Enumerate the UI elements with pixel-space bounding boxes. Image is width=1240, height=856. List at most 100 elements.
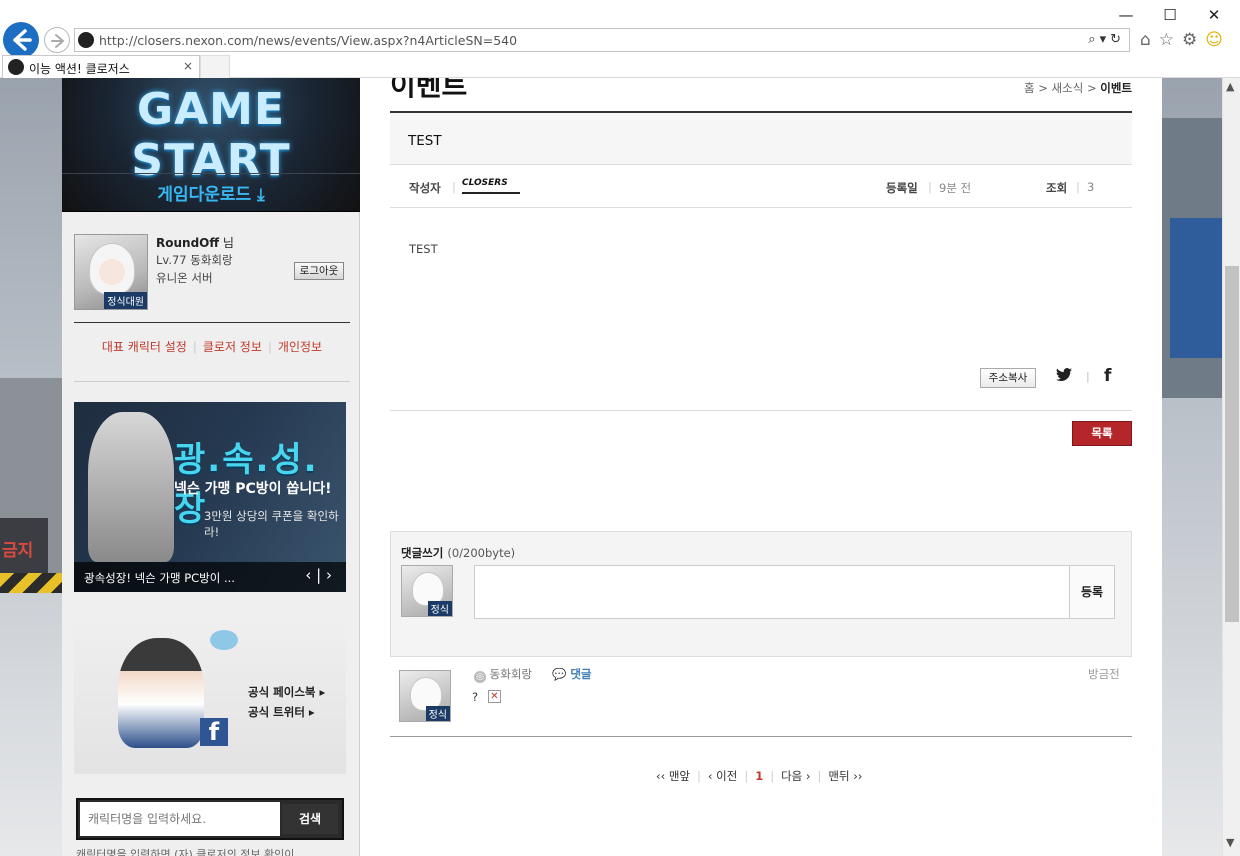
comment-form-avatar: 정식 [401,565,453,617]
byte-counter: (0/200byte) [447,546,516,560]
views-value: 3 [1087,180,1095,194]
article-meta: 작성자 | CLOSERS 등록일 | 9분 전 조회 | 3 [390,166,1132,208]
banner-character-image [88,412,174,562]
vertical-scrollbar[interactable]: ▲ ▼ [1222,78,1240,856]
page-title: 이벤트 [390,78,468,102]
back-button[interactable] [3,22,39,58]
speech-bubble-icon: 💬 [552,667,567,681]
comment-form-title: 댓글쓰기 (0/200byte) [401,546,516,560]
delete-comment-icon[interactable]: ✕ [488,690,501,703]
comment-input[interactable] [474,565,1070,619]
game-download-link[interactable]: 게임다운로드 ⤓ [62,180,360,205]
character-level: Lv.77 동화회랑 [156,253,233,267]
twitter-bird-icon [210,630,238,650]
comment-author: ◎ 동화회랑 [474,666,532,683]
social-panel: f 공식 페이스북 ▸ 공식 트위터 ▸ [74,618,346,774]
main-character-link[interactable]: 대표 캐릭터 설정 [102,340,187,354]
twitter-share-icon[interactable] [1056,368,1072,386]
member-badge: 정식대원 [104,292,147,309]
scroll-down-icon[interactable]: ▼ [1226,836,1234,849]
smiley-feedback-icon[interactable]: ☺ [1205,30,1231,50]
scroll-up-icon[interactable]: ▲ [1226,80,1234,93]
search-hint: 캐릭터명을 입력하면 (자) 클로저의 정보 확인이 ... [76,848,309,856]
breadcrumb-news[interactable]: 새소식 [1052,81,1084,95]
pager-first[interactable]: ‹‹ 맨앞 [656,769,690,783]
settings-gear-icon[interactable]: ⚙ [1182,30,1205,50]
server-name: 유니온 서버 [156,271,213,285]
character-search-input[interactable] [80,802,280,836]
commenter-avatar: 정식 [399,670,451,722]
game-start-title[interactable]: GAME START [62,84,360,186]
facebook-icon: f [200,718,228,746]
promo-banner[interactable]: 광.속.성.장 넥슨 가맹 PC방이 쏩니다! 3만원 상당의 쿠폰을 확인하라… [74,402,346,592]
pager-last[interactable]: 맨뒤 ›› [828,769,862,783]
article-body: TEST [409,242,438,256]
pager-current[interactable]: 1 [755,769,763,783]
comment-form: 댓글쓰기 (0/200byte) 정식 등록 [390,531,1132,657]
new-tab-button[interactable] [200,55,230,78]
forward-arrow-icon [51,34,65,48]
article-header: TEST [390,113,1132,165]
pager-prev[interactable]: ‹ 이전 [708,769,737,783]
closers-logo: CLOSERS [462,178,520,194]
scroll-thumb[interactable] [1225,266,1239,622]
breadcrumb-home[interactable]: 홈 [1024,81,1035,95]
character-search: 검색 [76,798,344,840]
closer-info-link[interactable]: 클로저 정보 [203,340,262,354]
date-label: 등록일 [886,181,918,195]
breadcrumb: 홈 > 새소식 > 이벤트 [1024,81,1132,95]
browser-tab[interactable]: 이능 액션! 클로저스 × [2,55,200,78]
background-stripe [0,573,62,593]
tab-close-icon[interactable]: × [183,59,193,73]
copy-address-button[interactable]: 주소복사 [980,368,1036,388]
personal-info-link[interactable]: 개인정보 [278,340,322,354]
search-button[interactable]: 검색 [282,804,338,834]
social-character-image [118,638,204,748]
article-title: TEST [408,133,442,149]
facebook-link[interactable]: 공식 페이스북 ▸ [248,684,325,700]
level-icon: ◎ [474,671,486,683]
username: RoundOff 님 [156,236,234,250]
page-viewport: 금지 GAME START 게임다운로드 ⤓ 정식대원 RoundOff 님 L… [0,78,1222,856]
background-sign: 금지 [0,518,48,578]
profile-links: 대표 캐릭터 설정 | 클로저 정보 | 개인정보 [101,340,323,354]
tab-title: 이능 액션! 클로저스 [29,62,130,76]
sidebar: GAME START 게임다운로드 ⤓ 정식대원 RoundOff 님 Lv.7… [62,78,360,856]
browser-chrome: — ☐ ✕ http://closers.nexon.com/news/even… [0,0,1240,78]
home-icon[interactable]: ⌂ [1140,30,1159,50]
background-art-right-blue [1170,218,1222,358]
pager-next[interactable]: 다음 › [781,769,810,783]
maximize-button[interactable]: ☐ [1148,4,1192,26]
breadcrumb-current: 이벤트 [1100,81,1132,95]
author-label: 작성자 [409,181,441,195]
close-window-button[interactable]: ✕ [1192,4,1236,26]
tab-favicon-icon [8,59,24,75]
member-badge: 정식 [427,601,452,616]
main-content: 이벤트 홈 > 새소식 > 이벤트 TEST 작성자 | CLOSERS 등록일… [360,78,1162,856]
banner-subtitle: 넥슨 가맹 PC방이 쏩니다! [174,481,332,497]
logout-button[interactable]: 로그아웃 [294,262,344,280]
reply-link[interactable]: 💬 댓글 [552,666,592,682]
facebook-share-icon[interactable]: f [1104,366,1111,386]
date-value: 9분 전 [939,181,972,195]
banner-coupon-text: 3만원 상당의 쿠폰을 확인하라! [204,509,339,539]
game-start-panel[interactable]: GAME START 게임다운로드 ⤓ [62,78,360,212]
member-badge: 정식 [425,706,450,721]
banner-caption[interactable]: 광속성장! 넥슨 가맹 PC방이 ... [84,570,235,586]
address-bar[interactable]: http://closers.nexon.com/news/events/Vie… [74,28,1130,52]
minimize-button[interactable]: — [1104,4,1148,26]
url-text[interactable]: http://closers.nexon.com/news/events/Vie… [99,33,517,48]
back-arrow-icon [13,29,32,51]
list-button[interactable]: 목록 [1072,421,1132,446]
comment-submit-button[interactable]: 등록 [1069,565,1115,619]
favorites-star-icon[interactable]: ☆ [1159,30,1182,50]
avatar: 정식대원 [74,234,148,310]
banner-nav-arrows-icon[interactable]: ‹ | › [305,566,332,584]
search-refresh-icon[interactable]: ⌕▾↻ [1088,32,1125,47]
site-favicon-icon [78,32,94,48]
pagination: ‹‹ 맨앞 | ‹ 이전 | 1 | 다음 › | 맨뒤 ›› [656,769,863,783]
twitter-link[interactable]: 공식 트위터 ▸ [248,704,315,720]
user-profile: 정식대원 RoundOff 님 Lv.77 동화회랑 유니온 서버 로그아웃 [74,234,350,312]
forward-button[interactable] [44,27,70,53]
views-label: 조회 [1046,181,1068,195]
